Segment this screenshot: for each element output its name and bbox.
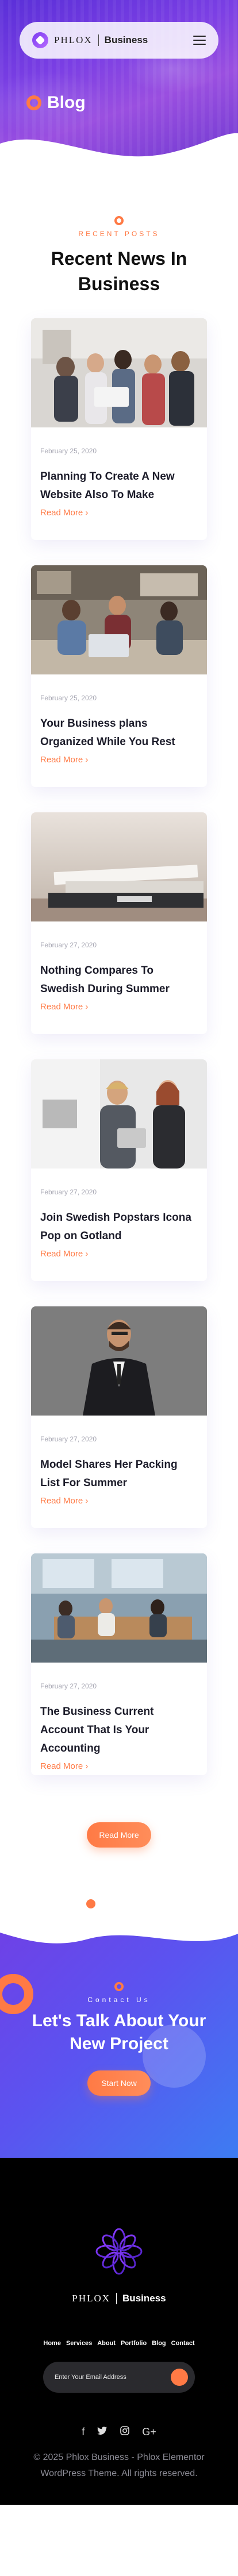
cta-title: Let's Talk About Your New Project [32, 2011, 206, 2053]
cta-eyebrow: Contact Us [87, 1996, 151, 2004]
post-date: February 27, 2020 [40, 1188, 97, 1196]
read-more-button[interactable]: Read More [87, 1822, 151, 1848]
post-title[interactable]: The Business Current Account That Is You… [40, 1703, 198, 1758]
section-eyebrow: RECENT POSTS [78, 230, 160, 238]
decorative-dot [86, 1899, 95, 1908]
recent-posts-section: RECENT POSTS Recent News In Business Feb… [0, 172, 238, 1848]
post-image-stacked-books[interactable] [31, 812, 207, 921]
post-image-laptop-meeting[interactable] [31, 565, 207, 674]
post-date: February 27, 2020 [40, 941, 97, 949]
footer-nav-home[interactable]: Home [43, 2340, 61, 2347]
post-read-more-link[interactable]: Read More › [40, 1761, 88, 1771]
post-date: February 25, 2020 [40, 694, 97, 702]
post-date: February 25, 2020 [40, 447, 97, 455]
footer-brand[interactable]: PHLOX Business [0, 2293, 238, 2304]
post-read-more-link[interactable]: Read More › [40, 755, 88, 765]
post-date: February 27, 2020 [40, 1435, 97, 1443]
post-title[interactable]: Your Business plans Organized While You … [40, 715, 198, 751]
post-read-more-link[interactable]: Read More › [40, 1249, 88, 1259]
brand-name[interactable]: PHLOX [54, 34, 93, 46]
subscribe-form [43, 2362, 195, 2393]
post-title[interactable]: Planning To Create A New Website Also To… [40, 468, 198, 504]
footer-brand-name: PHLOX [72, 2293, 111, 2304]
post-title[interactable]: Join Swedish Popstars Icona Pop on Gotla… [40, 1209, 198, 1245]
post-card[interactable]: February 27, 2020 Nothing Compares To Sw… [31, 812, 207, 1034]
post-image-open-office[interactable] [31, 1553, 207, 1663]
phlox-logo-icon[interactable] [32, 32, 48, 48]
subscribe-button[interactable] [171, 2369, 188, 2386]
google-plus-icon[interactable]: G+ [142, 2426, 156, 2438]
post-image-businessman-portrait[interactable] [31, 1306, 207, 1416]
page-title: Blog [47, 93, 86, 112]
post-card[interactable]: February 25, 2020 Planning To Create A N… [31, 318, 207, 540]
footer-nav-portfolio[interactable]: Portfolio [121, 2340, 147, 2347]
footer-nav: Home Services About Portfolio Blog Conta… [0, 2340, 238, 2347]
post-read-more-link[interactable]: Read More › [40, 1002, 88, 1012]
brand-divider [98, 34, 99, 46]
footer-nav-contact[interactable]: Contact [171, 2340, 195, 2347]
post-read-more-link[interactable]: Read More › [40, 508, 88, 518]
hero-heading: Blog [26, 93, 86, 113]
social-links: f G+ [0, 2426, 238, 2438]
footer-brand-subtitle: Business [122, 2293, 166, 2304]
post-date: February 27, 2020 [40, 1682, 97, 1690]
footer-nav-services[interactable]: Services [66, 2340, 92, 2347]
post-title[interactable]: Model Shares Her Packing List For Summer [40, 1456, 198, 1493]
footer-nav-blog[interactable]: Blog [152, 2340, 166, 2347]
site-header: PHLOX Business [20, 22, 218, 59]
post-card[interactable]: February 25, 2020 Your Business plans Or… [31, 565, 207, 787]
phlox-flower-logo-icon[interactable] [93, 2226, 145, 2277]
hero-dot-icon [26, 95, 41, 110]
section-dot-icon [114, 216, 124, 225]
footer-brand-divider [116, 2293, 117, 2304]
cta-dot-icon [114, 1982, 124, 1991]
twitter-icon[interactable] [97, 2426, 108, 2438]
hero-wave-shape [0, 133, 238, 172]
section-title: Recent News In Business [51, 248, 187, 294]
instagram-icon[interactable] [120, 2426, 130, 2438]
start-now-button[interactable]: Start Now [87, 2070, 151, 2096]
brand-subtitle[interactable]: Business [105, 34, 148, 46]
post-title[interactable]: Nothing Compares To Swedish During Summe… [40, 962, 198, 998]
copyright-text: © 2025 Phlox Business - Phlox Elementor … [33, 2452, 205, 2478]
email-field[interactable] [55, 2374, 171, 2381]
post-card[interactable]: February 27, 2020 Model Shares Her Packi… [31, 1306, 207, 1528]
post-list: February 25, 2020 Planning To Create A N… [0, 318, 238, 1775]
post-card[interactable]: February 27, 2020 The Business Current A… [31, 1553, 207, 1775]
post-image-business-team[interactable] [31, 1059, 207, 1169]
contact-cta-section: Contact Us Let's Talk About Your New Pro… [0, 1922, 238, 2158]
facebook-icon[interactable]: f [82, 2426, 85, 2438]
post-image-office-team[interactable] [31, 318, 207, 427]
site-footer: PHLOX Business Home Services About Portf… [0, 2158, 238, 2505]
hero-banner: PHLOX Business Blog [0, 0, 238, 172]
post-card[interactable]: February 27, 2020 Join Swedish Popstars … [31, 1059, 207, 1281]
hamburger-icon[interactable] [193, 36, 206, 45]
footer-nav-about[interactable]: About [97, 2340, 116, 2347]
post-read-more-link[interactable]: Read More › [40, 1496, 88, 1506]
